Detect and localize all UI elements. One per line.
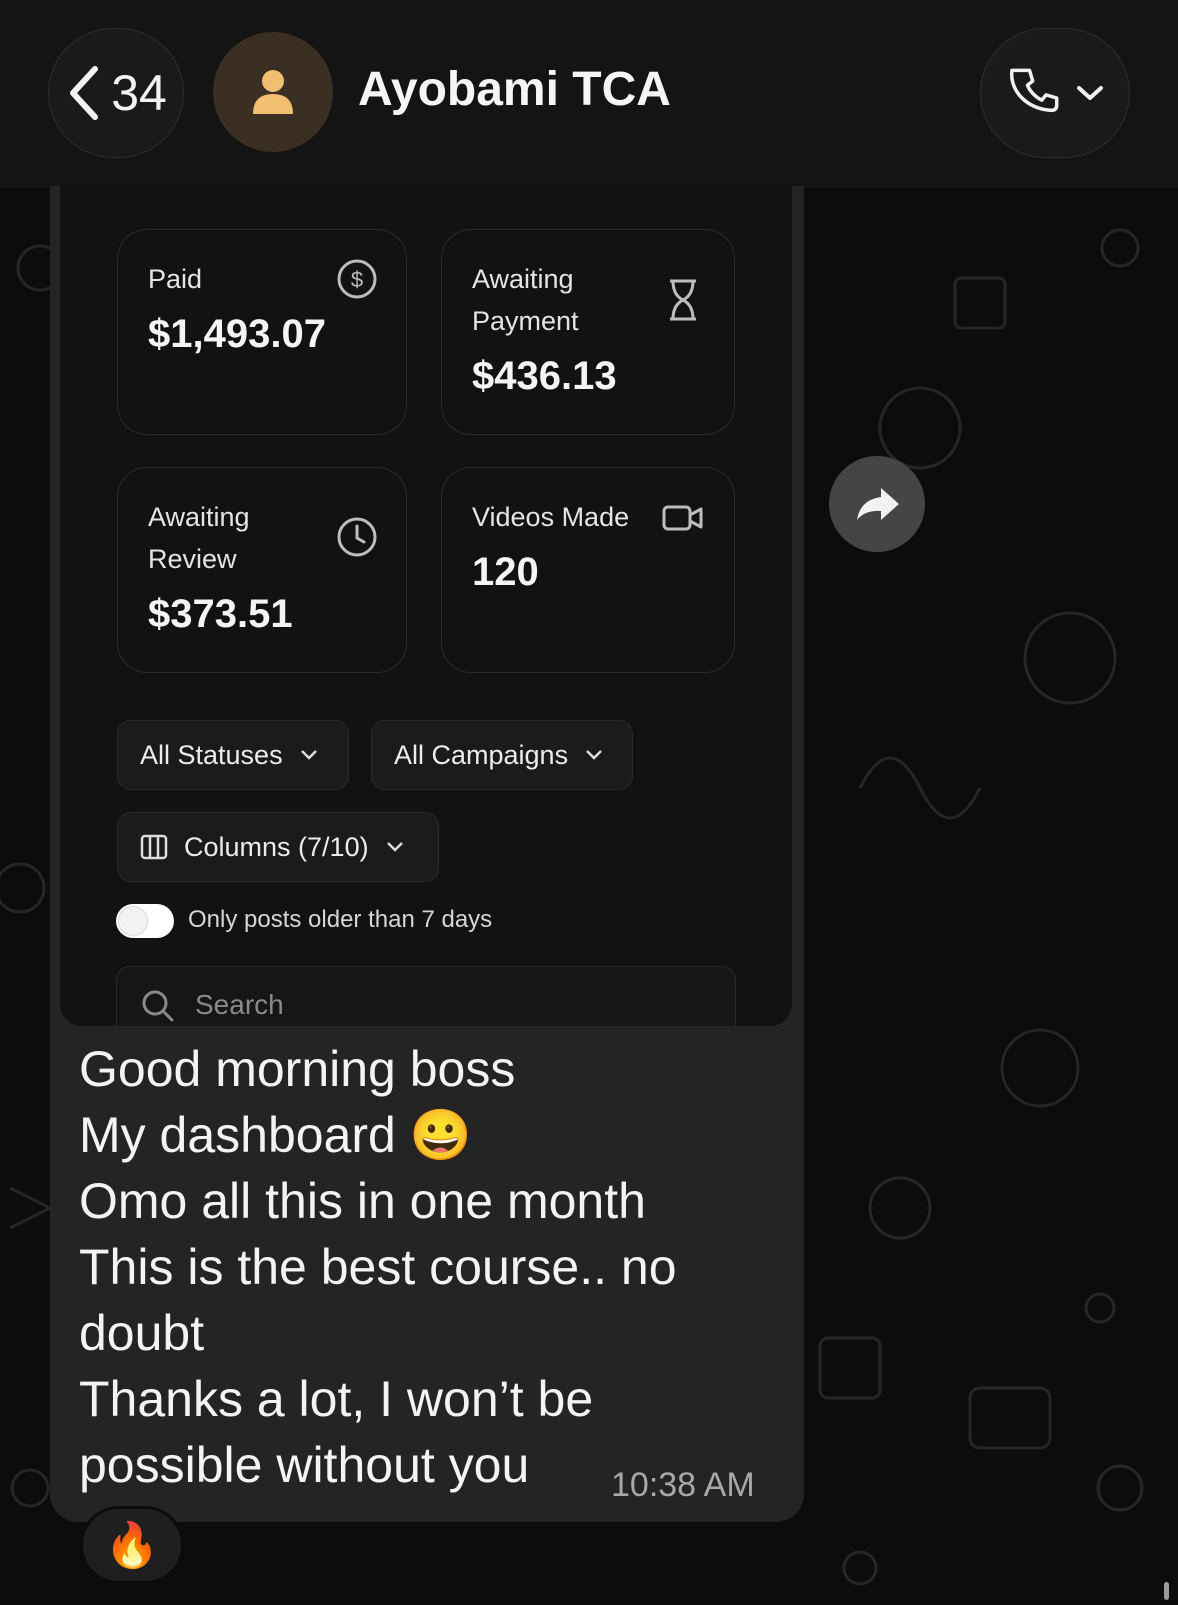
columns-dropdown[interactable]: Columns (7/10) [117,812,439,882]
hourglass-icon [670,279,696,321]
card-label: Awaiting Review [148,502,250,574]
share-arrow-icon [857,488,899,520]
videos-made-card: Videos Made 120 [441,467,735,673]
chevron-left-icon [70,66,99,120]
awaiting-payment-card: Awaiting Payment $436.13 [441,229,735,435]
avatar[interactable] [213,32,333,152]
message-line: This is the best course.. no [79,1239,677,1295]
card-value: $436.13 [472,354,617,398]
card-value: $373.51 [148,592,293,636]
campaign-filter-label: All Campaigns [394,739,569,770]
status-filter-dropdown[interactable]: All Statuses [117,720,349,790]
video-camera-icon [662,505,703,531]
columns-label: Columns (7/10) [184,831,369,862]
person-icon [253,70,293,114]
chat-header: 34 Ayobami TCA [0,0,1178,188]
toggle-knob [119,907,147,935]
chevron-down-icon [586,750,602,760]
search-placeholder: Search [195,989,284,1020]
message-line: Good morning boss [79,1041,516,1097]
card-value: $1,493.07 [148,312,326,356]
dashboard-screenshot[interactable]: Paid $1,493.07 $ Awaiting Payment $436.1… [60,186,792,1026]
older-posts-toggle[interactable] [116,904,174,938]
search-field[interactable]: Search [116,966,736,1026]
message-text: Good morning boss My dashboard 😀 Omo all… [79,1036,779,1498]
card-value: 120 [472,550,539,594]
columns-icon [140,834,168,860]
scroll-indicator[interactable] [1164,1582,1169,1600]
card-label: Awaiting Payment [472,264,579,336]
message-line-with-emoji: My dashboard 😀 [79,1102,779,1168]
campaign-filter-dropdown[interactable]: All Campaigns [371,720,633,790]
contact-name[interactable]: Ayobami TCA [358,62,671,117]
phone-icon [1009,68,1059,113]
card-label: Paid [148,264,203,294]
message-line: doubt [79,1305,205,1361]
search-icon [142,990,174,1022]
status-filter-label: All Statuses [140,739,283,770]
call-button[interactable] [980,28,1130,158]
fire-emoji: 🔥 [104,1521,160,1570]
card-label: Videos Made [472,502,630,532]
forward-button[interactable] [829,456,925,552]
chevron-down-icon [300,750,317,760]
dollar-circle-icon: $ [337,259,377,299]
message-line: Thanks a lot, I won’t be [79,1371,594,1427]
paid-card: Paid $1,493.07 $ [117,229,407,435]
back-button[interactable]: 34 [48,28,184,158]
chevron-down-icon [386,842,403,852]
grinning-emoji: 😀 [409,1107,473,1163]
message-timestamp: 10:38 AM [611,1466,755,1504]
clock-icon [337,517,377,557]
unread-count: 34 [111,65,167,121]
message-line: My dashboard [79,1107,396,1163]
reaction-badge[interactable]: 🔥 [80,1506,184,1584]
toggle-label: Only posts older than 7 days [188,906,493,933]
message-line: Omo all this in one month [79,1173,646,1229]
awaiting-review-card: Awaiting Review $373.51 [117,467,407,673]
chevron-down-icon [1077,86,1103,100]
svg-text:$: $ [351,267,363,292]
